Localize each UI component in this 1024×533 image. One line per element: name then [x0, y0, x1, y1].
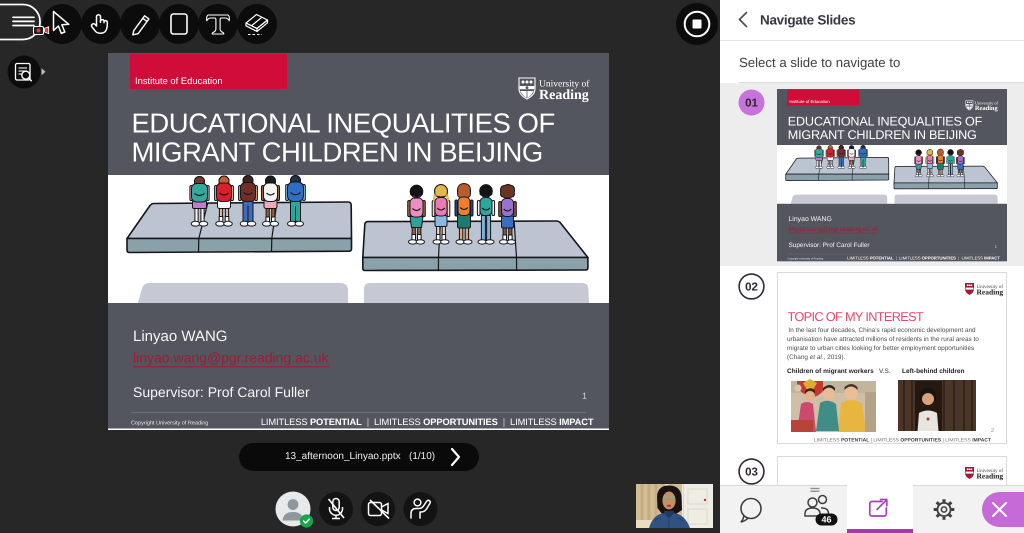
svg-text:urbanisation have attracted mi: urbanisation have attracted millions of … — [787, 336, 979, 343]
svg-text:V.S.: V.S. — [879, 368, 891, 375]
svg-text:2: 2 — [991, 428, 994, 434]
svg-text:46: 46 — [821, 515, 831, 525]
svg-text:Left-behind children: Left-behind children — [902, 368, 965, 375]
svg-text:01: 01 — [745, 98, 758, 110]
svg-text:Reading: Reading — [977, 288, 1004, 297]
svg-text:02: 02 — [745, 282, 758, 294]
svg-text:03: 03 — [745, 467, 758, 479]
svg-text:TOPIC OF MY INTEREST: TOPIC OF MY INTEREST — [788, 309, 924, 324]
svg-text:In the last four decades, Chin: In the last four decades, China’s rapid … — [789, 327, 977, 334]
svg-text:migrate to urban cities lookin: migrate to urban cities looking for bett… — [787, 345, 974, 352]
svg-text:Reading: Reading — [977, 472, 1004, 481]
svg-text:Children of migrant workers: Children of migrant workers — [787, 368, 874, 375]
svg-text:(Chang et al., 2019).: (Chang et al., 2019). — [787, 354, 846, 361]
svg-text:Navigate Slides: Navigate Slides — [760, 13, 855, 28]
svg-text:LIMITLESS POTENTIAL | LIMITLES: LIMITLESS POTENTIAL | LIMITLESS OPPORTUN… — [814, 438, 991, 444]
